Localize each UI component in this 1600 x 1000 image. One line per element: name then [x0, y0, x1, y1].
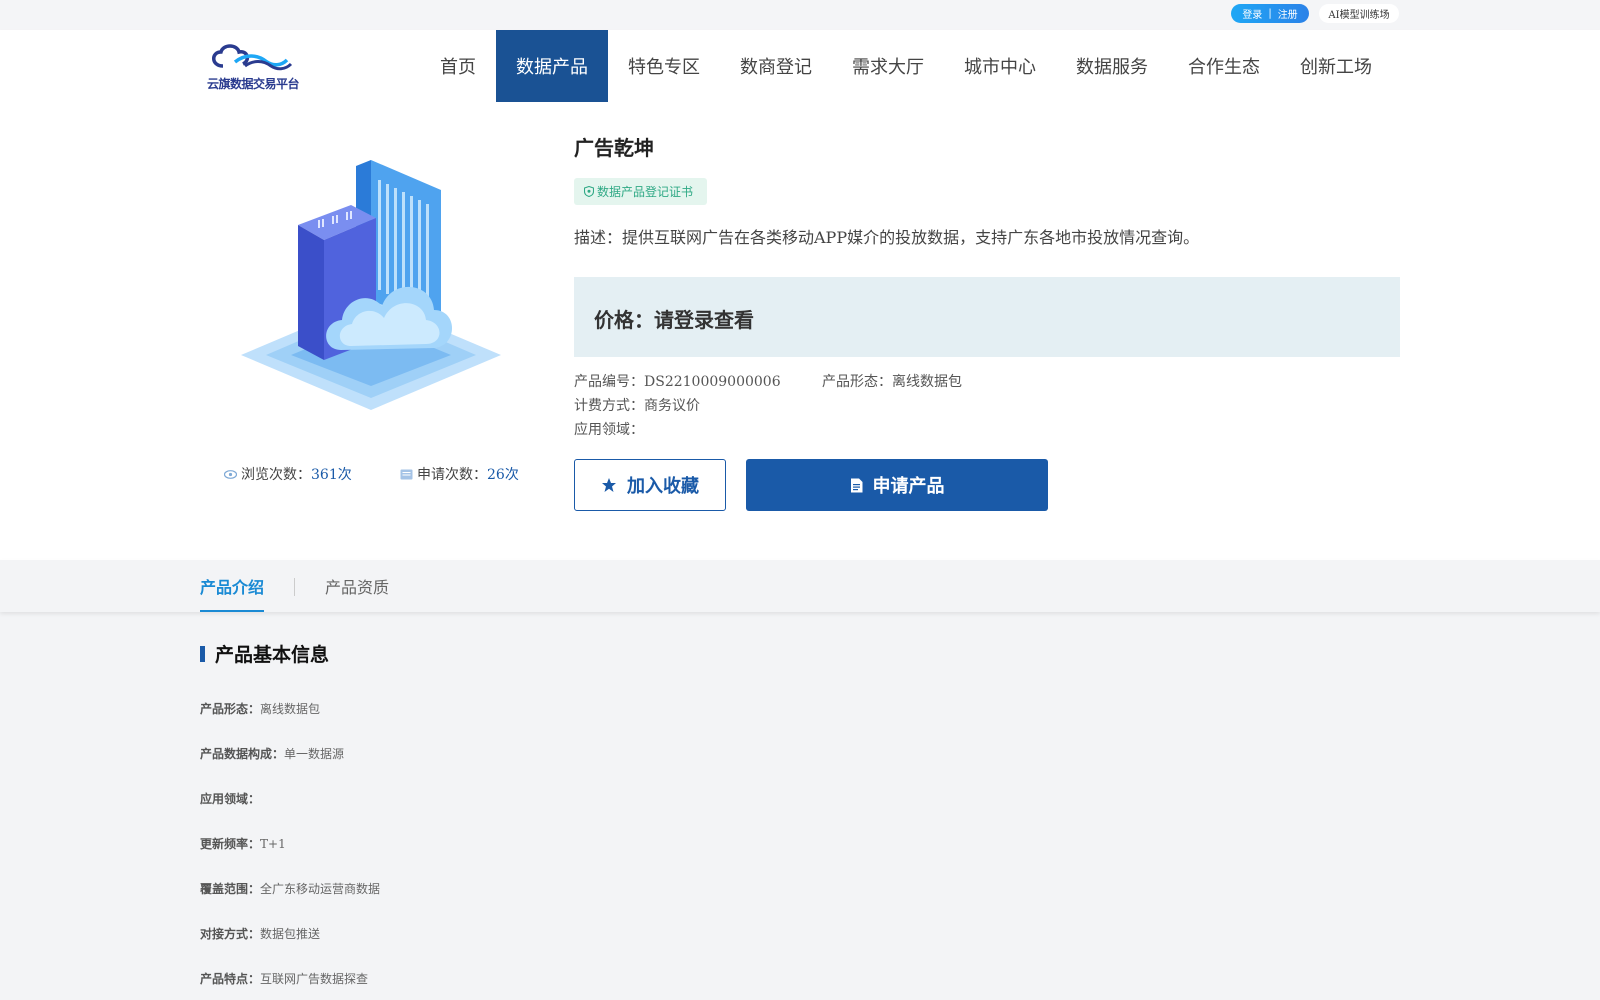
- application-domain: 应用领域：: [574, 419, 644, 439]
- login-link[interactable]: 登录: [1242, 6, 1262, 21]
- info-label: 产品数据构成：: [200, 747, 285, 761]
- logo-text: 云旗数据交易平台: [207, 77, 300, 91]
- billing-method: 计费方式：商务议价: [574, 395, 700, 415]
- product-form-value: 离线数据包: [892, 374, 962, 390]
- nav-item-innovation-workshop[interactable]: 创新工场: [1280, 30, 1392, 102]
- view-count: 浏览次数： 361次: [224, 464, 352, 484]
- nav-item-demand-hall[interactable]: 需求大厅: [832, 30, 944, 102]
- logo-cloud-icon: [212, 44, 293, 71]
- nav-item-home[interactable]: 首页: [420, 30, 496, 102]
- apply-count-value: 26次: [487, 467, 519, 483]
- nav-item-partner-ecosystem[interactable]: 合作生态: [1168, 30, 1280, 102]
- info-label: 应用领域：: [200, 792, 261, 806]
- document-icon: [400, 469, 413, 479]
- tab-divider: [294, 578, 295, 596]
- product-illustration: [241, 160, 501, 410]
- info-row-form: 产品形态：离线数据包: [200, 700, 320, 717]
- site-logo[interactable]: 云旗数据交易平台: [205, 40, 301, 92]
- product-detail: 浏览次数： 361次 申请次数： 26次 广告乾坤 数据产品登记证书 描述：提供互联…: [0, 102, 1600, 560]
- info-row-features: 产品特点：互联网广告数据探查: [200, 970, 368, 987]
- ai-training-link[interactable]: AI模型训练场: [1319, 4, 1399, 23]
- auth-pill: 登录 | 注册: [1231, 4, 1309, 23]
- info-label: 覆盖范围：: [200, 882, 261, 896]
- price-text: 价格：请登录查看: [594, 308, 754, 332]
- info-label: 更新频率：: [200, 837, 261, 851]
- product-code: 产品编号：DS2210009000006: [574, 371, 781, 391]
- info-label: 对接方式：: [200, 927, 261, 941]
- main-header: 云旗数据交易平台 首页 数据产品 特色专区 数商登记 需求大厅 城市中心 数据服…: [0, 30, 1600, 102]
- nav-item-featured[interactable]: 特色专区: [608, 30, 720, 102]
- apply-count-label: 申请次数：: [417, 467, 487, 483]
- product-code-label: 产品编号：: [574, 374, 644, 390]
- product-title: 广告乾坤: [574, 136, 654, 160]
- auth-divider: |: [1268, 8, 1272, 19]
- nav-item-city-center[interactable]: 城市中心: [944, 30, 1056, 102]
- top-utility-bar: 登录 | 注册 AI模型训练场: [0, 0, 1600, 30]
- info-value: 单一数据源: [284, 747, 345, 761]
- main-nav: 首页 数据产品 特色专区 数商登记 需求大厅 城市中心 数据服务 合作生态 创新…: [420, 30, 1392, 102]
- info-row-composition: 产品数据构成：单一数据源: [200, 745, 344, 762]
- info-value: T+1: [260, 837, 286, 851]
- billing-value: 商务议价: [644, 398, 700, 414]
- file-icon: [850, 478, 862, 492]
- info-row-update-frequency: 更新频率：T+1: [200, 835, 286, 852]
- eye-icon: [224, 469, 237, 479]
- view-count-label: 浏览次数：: [241, 467, 311, 483]
- tab-product-qualification[interactable]: 产品资质: [325, 560, 389, 612]
- certificate-badge[interactable]: 数据产品登记证书: [574, 178, 707, 205]
- nav-item-data-products[interactable]: 数据产品: [496, 30, 608, 102]
- info-label: 产品形态：: [200, 702, 261, 716]
- section-accent-bar: [200, 645, 205, 662]
- product-code-value: DS2210009000006: [644, 374, 781, 390]
- star-icon: [602, 478, 616, 492]
- basic-info-header: 产品基本信息: [200, 640, 329, 667]
- add-favorite-label: 加入收藏: [627, 476, 699, 497]
- apply-product-label: 申请产品: [872, 476, 945, 497]
- view-count-value: 361次: [311, 467, 352, 483]
- product-form-label: 产品形态：: [822, 374, 892, 390]
- info-value: 数据包推送: [260, 927, 321, 941]
- info-row-domain: 应用领域：: [200, 790, 260, 807]
- billing-label: 计费方式：: [574, 398, 644, 414]
- tab-product-intro[interactable]: 产品介绍: [200, 560, 265, 612]
- info-value: 离线数据包: [260, 702, 321, 716]
- product-tabs: 产品介绍 产品资质: [0, 560, 1600, 612]
- info-row-coverage: 覆盖范围：全广东移动运营商数据: [200, 880, 380, 897]
- nav-item-merchant-registration[interactable]: 数商登记: [720, 30, 832, 102]
- shield-icon: [584, 186, 594, 197]
- add-favorite-button[interactable]: 加入收藏: [574, 459, 726, 511]
- info-label: 产品特点：: [200, 972, 261, 986]
- info-value: 全广东移动运营商数据: [260, 882, 381, 896]
- apply-count: 申请次数： 26次: [400, 464, 519, 484]
- domain-label: 应用领域：: [574, 422, 644, 438]
- product-form: 产品形态：离线数据包: [822, 371, 962, 391]
- price-box: 价格：请登录查看: [574, 277, 1400, 357]
- certificate-label: 数据产品登记证书: [597, 185, 694, 199]
- info-value: 互联网广告数据探查: [260, 972, 369, 986]
- nav-item-data-services[interactable]: 数据服务: [1056, 30, 1168, 102]
- register-link[interactable]: 注册: [1278, 6, 1298, 21]
- info-row-integration: 对接方式：数据包推送: [200, 925, 320, 942]
- apply-product-button[interactable]: 申请产品: [746, 459, 1048, 511]
- basic-info-title: 产品基本信息: [215, 644, 330, 666]
- product-description: 描述：提供互联网广告在各类移动APP媒介的投放数据，支持广东各地市投放情况查询。: [574, 228, 1200, 247]
